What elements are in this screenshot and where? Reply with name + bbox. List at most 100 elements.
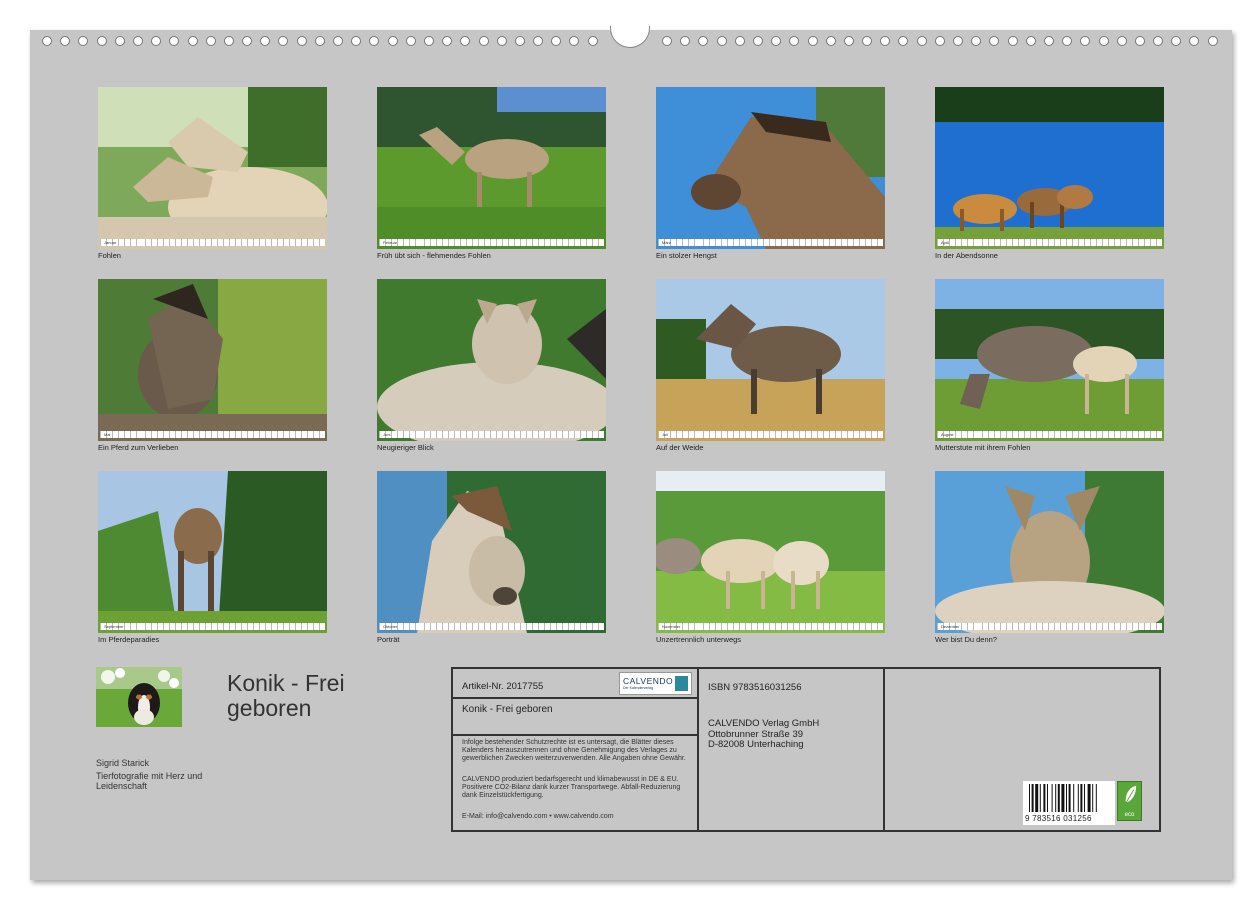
month-photo: Mai <box>98 279 327 441</box>
binding-ring <box>662 36 672 46</box>
month-date-strip: April <box>937 239 1162 246</box>
binding-ring <box>387 36 398 46</box>
isbn: ISBN 9783516031256 <box>708 682 802 693</box>
horse-photo <box>377 471 606 633</box>
barcode-bar <box>1057 784 1060 812</box>
binding-ring <box>187 36 198 46</box>
binding-ring <box>478 36 489 46</box>
binding-ring <box>971 36 982 46</box>
author-photo <box>96 667 182 727</box>
binding-ring <box>862 36 873 46</box>
month-photo: September <box>98 471 327 633</box>
binding-ring <box>405 36 416 46</box>
month-date-strip: Oktober <box>379 623 604 630</box>
binding-ring <box>789 36 800 46</box>
product-title: Konik - Frei geboren <box>462 704 553 715</box>
author-tagline: Tierfotografie mit Herz und Leidenschaft <box>96 771 203 791</box>
binding-ring <box>1171 36 1182 46</box>
binding-ring <box>423 36 434 46</box>
barcode-bars <box>1029 784 1097 812</box>
horse-photo <box>98 471 327 633</box>
binding-ring <box>825 36 836 46</box>
binding-ring <box>916 36 927 46</box>
month-photo: März <box>656 87 885 249</box>
month-date-strip: Juni <box>379 431 604 438</box>
month-photo: April <box>935 87 1164 249</box>
binding-ring <box>1080 36 1091 46</box>
horse-photo <box>656 471 885 633</box>
binding-ring <box>1025 36 1036 46</box>
binding-ring <box>1007 36 1018 46</box>
barcode-bar <box>1047 784 1048 812</box>
binding-ring <box>96 36 107 46</box>
barcode-bar <box>1095 784 1097 812</box>
binding-ring <box>843 36 854 46</box>
barcode: 9 783516 031256 <box>1023 781 1115 825</box>
barcode-bar <box>1084 784 1085 812</box>
horse-photo <box>377 87 606 249</box>
barcode-bar <box>1066 784 1067 812</box>
month-date-strip: September <box>100 623 325 630</box>
binding-ring <box>442 36 453 46</box>
month-caption: Ein stolzer Hengst <box>656 251 717 260</box>
binding-ring <box>114 36 125 46</box>
month-date-strip: November <box>658 623 883 630</box>
binding-ring <box>551 36 562 46</box>
month-date-strip: August <box>937 431 1162 438</box>
binding-ring <box>1043 36 1054 46</box>
month-caption: Neugieriger Blick <box>377 443 434 452</box>
horse-photo <box>935 87 1164 249</box>
binding-ring <box>333 36 343 46</box>
leaf-icon <box>1125 785 1137 803</box>
calendar-back-page: Januar Fohlen Februar Früh übt sich - fleh… <box>30 26 1232 880</box>
divider <box>453 734 697 736</box>
author-name: Sigrid Starick <box>96 758 150 768</box>
eco-label: eco <box>1124 812 1135 818</box>
publisher-name: CALVENDO Verlag GmbH <box>708 718 820 729</box>
month-photo: November <box>656 471 885 633</box>
binding-ring <box>260 36 271 46</box>
binding-ring <box>1098 36 1109 46</box>
binding-rings-left <box>42 36 598 46</box>
binding-ring <box>351 36 362 46</box>
hanger-notch <box>610 26 650 48</box>
horse-photo <box>98 279 327 441</box>
barcode-bar <box>1080 784 1083 812</box>
calvendo-logo: CALVENDO Der Kalenderverlag <box>619 672 692 695</box>
month-photo: August <box>935 279 1164 441</box>
binding-ring <box>78 36 89 46</box>
logo-wordmark: CALVENDO <box>623 676 674 686</box>
month-photo: Februar <box>377 87 606 249</box>
barcode-bar <box>1039 784 1041 812</box>
month-date-strip: März <box>658 239 883 246</box>
binding-ring <box>1189 36 1200 46</box>
month-date-strip: Juli <box>658 431 883 438</box>
horse-photo <box>377 279 606 441</box>
article-number: Artikel-Nr. 2017755 <box>462 681 544 692</box>
binding-ring <box>496 36 507 46</box>
binding-ring <box>1062 36 1073 46</box>
barcode-bar <box>1031 784 1034 812</box>
info-column-product: Artikel-Nr. 2017755 CALVENDO Der Kalende… <box>453 669 699 830</box>
binding-ring <box>716 36 727 46</box>
barcode-bar <box>1061 784 1065 812</box>
barcode-bar <box>1055 784 1057 812</box>
binding-ring <box>460 36 471 46</box>
binding-ring <box>314 36 325 46</box>
month-caption: In der Abendsonne <box>935 251 998 260</box>
binding-ring <box>807 36 818 46</box>
binding-ring <box>533 36 544 46</box>
binding-ring <box>934 36 945 46</box>
binding-ring <box>1134 36 1145 46</box>
month-caption: Unzertrennlich unterwegs <box>656 635 742 644</box>
binding-ring <box>205 36 216 46</box>
binding-ring <box>734 36 745 46</box>
publisher-info-box: Artikel-Nr. 2017755 CALVENDO Der Kalende… <box>451 667 1161 832</box>
binding-ring <box>569 36 580 46</box>
barcode-bar <box>1077 784 1079 812</box>
horse-photo <box>935 471 1164 633</box>
binding-ring <box>698 36 709 46</box>
binding-ring <box>169 36 180 46</box>
month-caption: Mutterstute mit ihrem Fohlen <box>935 443 1031 452</box>
binding-ring <box>953 36 963 46</box>
